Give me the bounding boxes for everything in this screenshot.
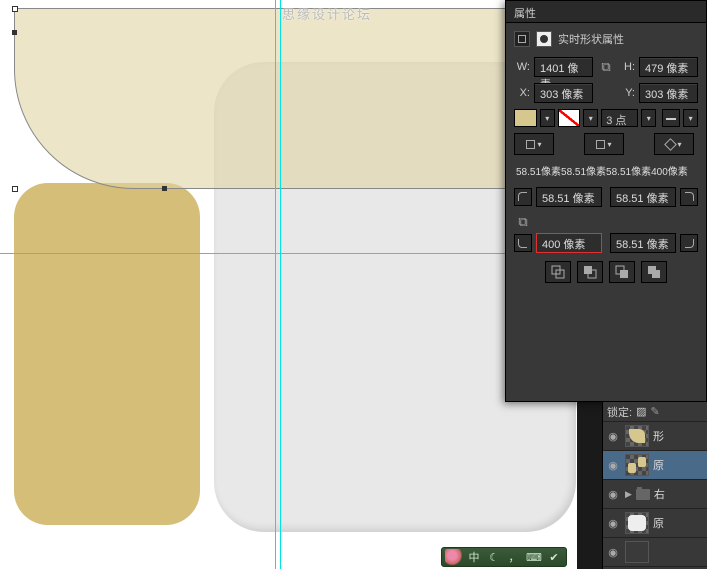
stroke-swatch[interactable]: [558, 109, 581, 127]
x-input[interactable]: 303 像素: [534, 83, 593, 103]
lock-label: 锁定:: [607, 404, 632, 420]
layer-row[interactable]: ◉ 原: [603, 451, 707, 480]
path-combine-icon[interactable]: [545, 261, 571, 283]
layer-thumbnail[interactable]: [625, 425, 649, 447]
link-corners-icon[interactable]: ⧉: [514, 213, 532, 231]
corner-tl-icon: [514, 188, 532, 206]
corner-tr-input[interactable]: 58.51 像素: [610, 187, 676, 207]
transform-handle[interactable]: [12, 186, 18, 192]
fill-swatch[interactable]: [514, 109, 537, 127]
layer-thumbnail[interactable]: [625, 454, 649, 476]
stroke-style-picker[interactable]: [662, 109, 680, 127]
corner-bl-input[interactable]: 400 像素: [536, 233, 602, 253]
corner-bl-icon: [514, 234, 532, 252]
corner-tl-input[interactable]: 58.51 像素: [536, 187, 602, 207]
y-input[interactable]: 303 像素: [639, 83, 698, 103]
align-stroke-button[interactable]: [514, 133, 554, 155]
stroke-dropdown[interactable]: [583, 109, 598, 127]
anchor-point[interactable]: [162, 186, 167, 191]
stroke-style-dropdown[interactable]: [683, 109, 698, 127]
height-label: H:: [619, 61, 635, 73]
guide-vertical-2[interactable]: [280, 0, 281, 569]
ime-punct-icon[interactable]: ，: [505, 549, 523, 565]
join-style-button[interactable]: [654, 133, 694, 155]
corner-br-icon: [680, 234, 698, 252]
watermark-text: 思缘设计论坛: [282, 4, 372, 23]
width-input[interactable]: 1401 像素: [534, 57, 593, 77]
height-input[interactable]: 479 像素: [639, 57, 698, 77]
ime-keyboard-icon[interactable]: ⌨: [525, 549, 543, 565]
stroke-width-dropdown[interactable]: [641, 109, 656, 127]
expand-icon[interactable]: ▶: [625, 489, 632, 500]
corner-br-input[interactable]: 58.51 像素: [610, 233, 676, 253]
ime-logo-icon[interactable]: [445, 549, 463, 565]
visibility-icon[interactable]: ◉: [605, 517, 621, 530]
folder-icon: [636, 489, 650, 500]
shape-type-icon: [514, 31, 530, 47]
visibility-icon[interactable]: ◉: [605, 488, 621, 501]
layer-thumbnail[interactable]: [625, 512, 649, 534]
corner-tr-icon: [680, 188, 698, 206]
cap-style-button[interactable]: [584, 133, 624, 155]
layer-name[interactable]: 形: [653, 428, 664, 444]
layer-row[interactable]: ◉ 原: [603, 509, 707, 538]
visibility-icon[interactable]: ◉: [605, 430, 621, 443]
layer-row[interactable]: ◉ ▶ 右: [603, 480, 707, 509]
y-label: Y:: [619, 87, 635, 99]
layer-name[interactable]: 原: [653, 457, 664, 473]
canvas-viewport[interactable]: 思缘设计论坛: [0, 0, 577, 569]
ime-settings-icon[interactable]: ✔: [545, 549, 563, 565]
corner-readout: 58.51像素58.51像素58.51像素400像素: [510, 163, 702, 181]
visibility-icon[interactable]: ◉: [605, 459, 621, 472]
fill-dropdown[interactable]: [540, 109, 555, 127]
layers-panel: 锁定: ▨ ✎ ◉ 形 ◉ 原 ◉ ▶ 右 ◉ 原 ◉: [602, 402, 707, 569]
mask-icon: [536, 31, 552, 47]
guide-vertical-1[interactable]: [275, 0, 276, 569]
link-wh-icon[interactable]: ⧉: [597, 58, 615, 76]
path-subtract-icon[interactable]: [577, 261, 603, 283]
path-exclude-icon[interactable]: [641, 261, 667, 283]
layer-row[interactable]: ◉ 形: [603, 422, 707, 451]
rounded-rect-gold[interactable]: [14, 183, 200, 525]
lock-paint-icon[interactable]: ✎: [650, 405, 659, 418]
layer-name[interactable]: 原: [653, 515, 664, 531]
lock-transparency-icon[interactable]: ▨: [636, 405, 646, 418]
anchor-point[interactable]: [12, 30, 17, 35]
ime-language-bar[interactable]: 中 ☾ ， ⌨ ✔: [441, 547, 567, 567]
path-intersect-icon[interactable]: [609, 261, 635, 283]
properties-panel: 属性 实时形状属性 W: 1401 像素 ⧉ H: 479 像素 X: 303 …: [505, 0, 707, 402]
visibility-icon[interactable]: ◉: [605, 546, 621, 559]
width-label: W:: [514, 61, 530, 73]
panel-header[interactable]: 属性: [506, 1, 706, 23]
layer-name[interactable]: 右: [654, 486, 665, 502]
selected-shape[interactable]: [14, 8, 572, 189]
layer-thumbnail[interactable]: [625, 541, 649, 563]
stroke-width-input[interactable]: 3 点: [601, 109, 638, 127]
ime-moon-icon[interactable]: ☾: [485, 549, 503, 565]
layer-row[interactable]: ◉: [603, 538, 707, 567]
guide-horizontal[interactable]: [0, 253, 577, 254]
transform-handle[interactable]: [12, 6, 18, 12]
x-label: X:: [514, 87, 530, 99]
panel-title: 实时形状属性: [558, 31, 624, 47]
ime-mode-text[interactable]: 中: [465, 549, 483, 565]
